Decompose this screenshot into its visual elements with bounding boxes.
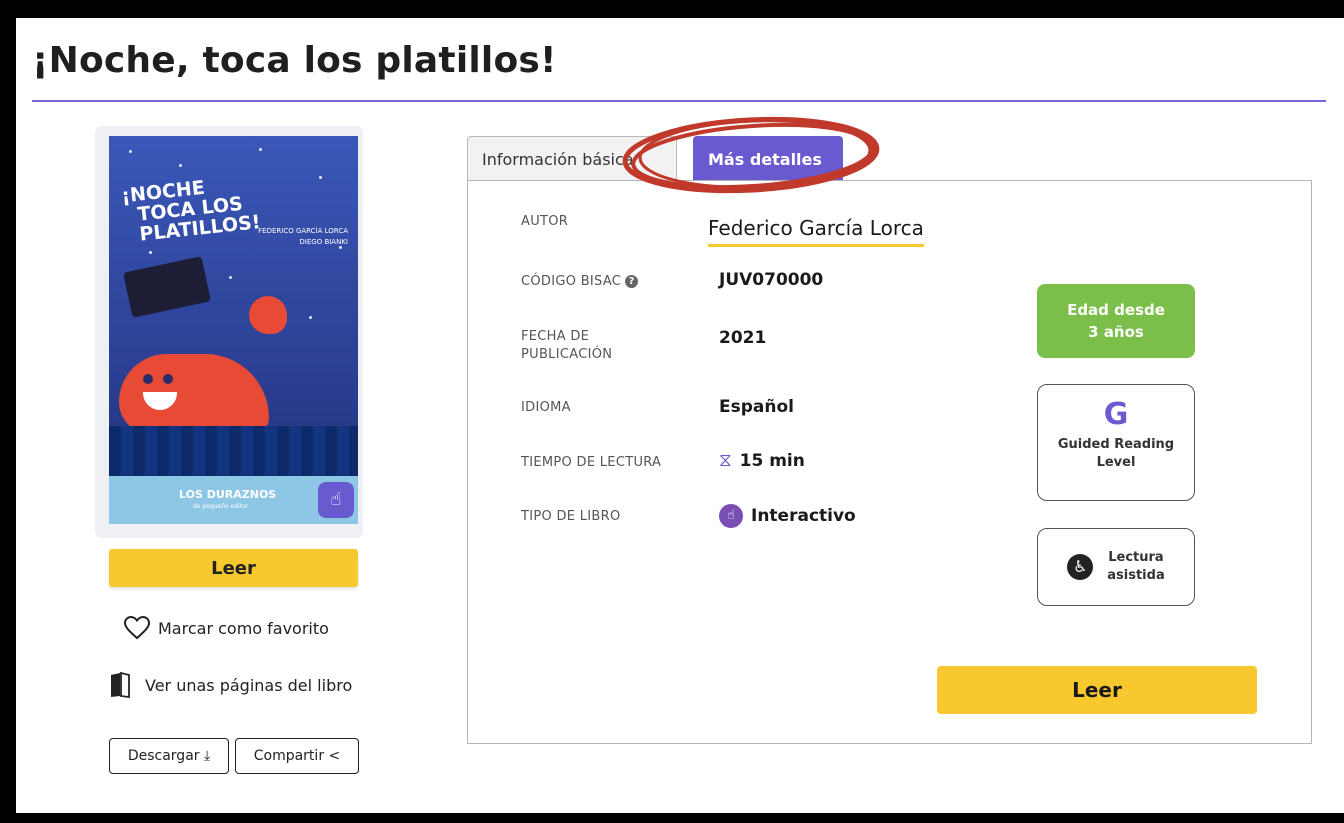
guided-reading-card[interactable]: G Guided Reading Level bbox=[1037, 384, 1195, 501]
bisac-value: JUV070000 bbox=[719, 270, 824, 290]
guided-reading-line: Guided Reading bbox=[1057, 437, 1175, 452]
share-button[interactable]: Compartir < bbox=[235, 738, 359, 774]
assisted-reading-line: asistida bbox=[1107, 568, 1165, 583]
date-label-line: FECHA DE bbox=[521, 329, 590, 344]
star-decoration bbox=[179, 164, 182, 167]
guided-reading-line: Level bbox=[1096, 455, 1136, 470]
assisted-reading-line: Lectura bbox=[1108, 550, 1164, 565]
book-type-value: ☝ Interactivo bbox=[719, 504, 856, 528]
whale-eye bbox=[143, 374, 153, 384]
preview-link[interactable]: Ver unas páginas del libro bbox=[109, 672, 352, 698]
bisac-label: CÓDIGO BISAC? bbox=[521, 273, 639, 291]
bisac-label-text: CÓDIGO BISAC bbox=[521, 274, 622, 289]
age-badge-line: 3 años bbox=[1088, 323, 1144, 341]
whale-eye bbox=[163, 374, 173, 384]
book-cover[interactable]: ¡NOCHE TOCA LOS PLATILLOS! FEDERICO GARC… bbox=[109, 136, 358, 524]
tab-more-details[interactable]: Más detalles bbox=[693, 136, 843, 181]
star-decoration bbox=[309, 316, 312, 319]
reading-time-label: TIEMPO DE LECTURA bbox=[521, 455, 662, 470]
heart-icon bbox=[124, 616, 150, 640]
piano-illustration bbox=[123, 256, 211, 318]
tab-basic-info[interactable]: Información básica bbox=[467, 136, 677, 181]
assisted-reading-label: Lectura asistida bbox=[1107, 549, 1164, 585]
date-label-line: PUBLICACIÓN bbox=[521, 347, 613, 362]
star-decoration bbox=[129, 150, 132, 153]
favorite-label: Marcar como favorito bbox=[158, 618, 329, 638]
publisher-sub: de pequeño editor bbox=[193, 503, 249, 510]
book-type-text: Interactivo bbox=[751, 506, 856, 526]
waves-illustration bbox=[109, 426, 358, 476]
language-label: IDIOMA bbox=[521, 400, 571, 415]
help-icon[interactable]: ? bbox=[625, 275, 639, 288]
touch-hand-icon: ☝ bbox=[318, 482, 354, 518]
date-value: 2021 bbox=[719, 328, 767, 348]
favorite-link[interactable]: Marcar como favorito bbox=[124, 616, 329, 640]
whale-illustration bbox=[119, 354, 269, 434]
read-button-main[interactable]: Leer bbox=[937, 666, 1257, 714]
reading-time-text: 15 min bbox=[739, 450, 805, 471]
download-button[interactable]: Descargar ⤓ bbox=[109, 738, 229, 774]
author-link[interactable]: Federico García Lorca bbox=[708, 216, 924, 247]
preview-label: Ver unas páginas del libro bbox=[145, 675, 353, 695]
date-label: FECHA DE PUBLICACIÓN bbox=[521, 328, 612, 364]
walrus-illustration bbox=[249, 296, 287, 334]
cover-authors: FEDERICO GARCÍA LORCA DIEGO BIANKI bbox=[258, 226, 348, 248]
title-divider bbox=[32, 100, 1326, 102]
age-badge: Edad desde 3 años bbox=[1037, 284, 1195, 358]
publisher-brand: LOS DURAZNOS bbox=[179, 488, 277, 501]
guided-reading-label: Guided Reading Level bbox=[1038, 436, 1194, 472]
book-type-label: TIPO DE LIBRO bbox=[521, 509, 621, 524]
accessibility-icon: ♿ bbox=[1067, 554, 1094, 580]
age-badge-line: Edad desde bbox=[1067, 301, 1165, 319]
star-decoration bbox=[149, 251, 152, 254]
cover-author: FEDERICO GARCÍA LORCA bbox=[258, 227, 348, 235]
interactive-icon: ☝ bbox=[719, 504, 743, 528]
star-decoration bbox=[229, 276, 232, 279]
author-label: AUTOR bbox=[521, 214, 569, 229]
page-container: ¡Noche, toca los platillos! ¡NOCHE TOCA … bbox=[16, 18, 1344, 813]
star-decoration bbox=[259, 148, 262, 151]
cover-illustrator: DIEGO BIANKI bbox=[299, 238, 348, 246]
language-value: Español bbox=[719, 397, 794, 417]
page-title: ¡Noche, toca los platillos! bbox=[32, 40, 557, 81]
reading-time-value: ⧖ 15 min bbox=[719, 450, 805, 471]
assisted-reading-card[interactable]: ♿ Lectura asistida bbox=[1037, 528, 1195, 606]
guided-reading-level: G bbox=[1103, 397, 1129, 432]
book-icon bbox=[111, 672, 130, 698]
hourglass-icon: ⧖ bbox=[719, 450, 732, 471]
whale-mouth bbox=[143, 392, 177, 410]
read-button-sidebar[interactable]: Leer bbox=[109, 549, 358, 587]
